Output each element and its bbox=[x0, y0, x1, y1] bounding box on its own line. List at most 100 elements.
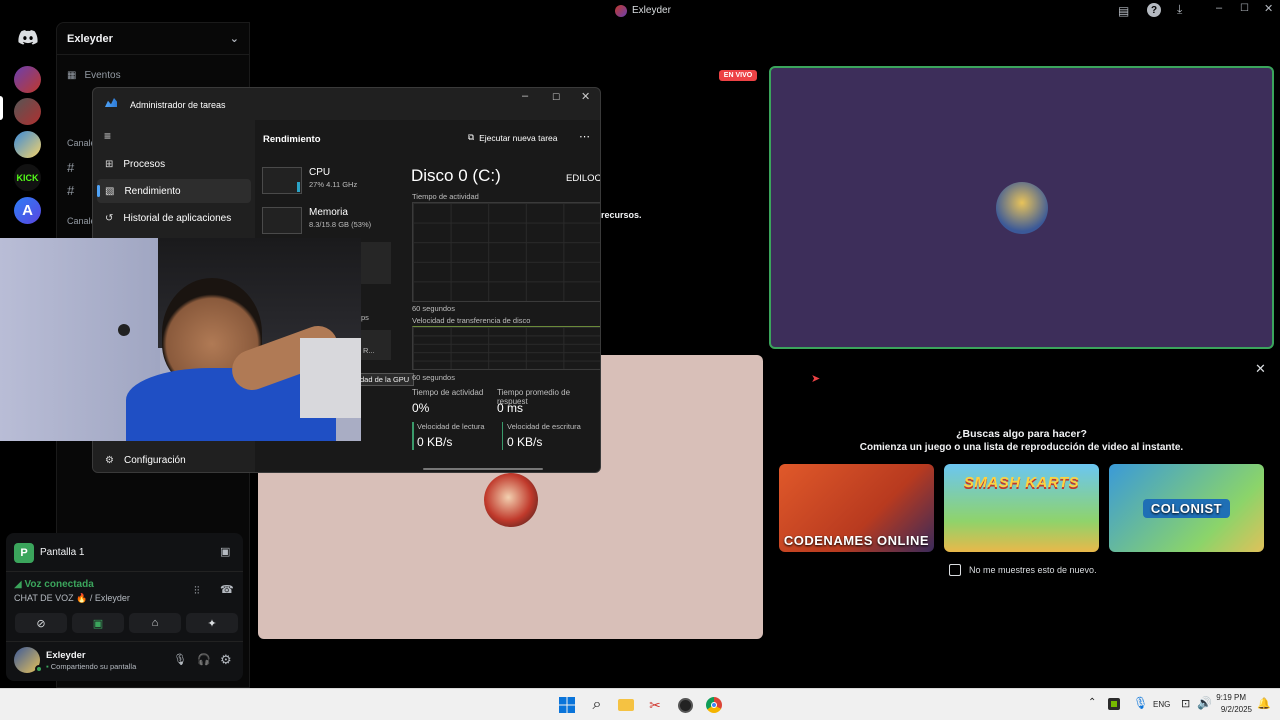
run-task-label: Ejecutar nueva tarea bbox=[479, 132, 558, 143]
run-new-task-button[interactable]: ⧉ Ejecutar nueva tarea bbox=[468, 132, 558, 143]
nav-performance[interactable]: ▧ Rendimiento bbox=[97, 179, 251, 203]
server-icon-3[interactable] bbox=[14, 131, 41, 158]
chevron-up-icon[interactable]: ⌃ bbox=[1088, 697, 1096, 708]
disk-list-item[interactable] bbox=[361, 242, 391, 284]
clock-date[interactable]: 9/2/2025 bbox=[1214, 705, 1252, 714]
nav-settings[interactable]: ⚙ Configuración bbox=[97, 448, 251, 472]
memory-detail: 8.3/15.8 GB (53%) bbox=[309, 220, 372, 229]
more-options-icon[interactable]: ⋯ bbox=[579, 130, 590, 143]
performance-icon: ▧ bbox=[105, 185, 115, 197]
minimize-icon[interactable]: – bbox=[1216, 2, 1222, 14]
snipping-tool-icon[interactable]: ✂ bbox=[645, 695, 665, 715]
game-title: SMASH KARTS bbox=[963, 474, 1080, 491]
popout-icon[interactable]: ▣ bbox=[220, 545, 230, 558]
webcam-object bbox=[118, 324, 130, 336]
notification-bell-icon[interactable]: 🔔 bbox=[1257, 697, 1271, 710]
game-title: COLONIST bbox=[1142, 498, 1231, 518]
memory-thumbnail[interactable] bbox=[262, 207, 302, 234]
channel-hash-1[interactable]: # bbox=[67, 160, 74, 175]
signal-icon: ◢ bbox=[14, 579, 22, 590]
voice-status-label: Voz conectada bbox=[24, 579, 94, 590]
activity-graph-label: Tiempo de actividad bbox=[412, 192, 479, 201]
microphone-tray-icon[interactable]: 🎙 bbox=[1133, 696, 1148, 710]
read-speed-label: Velocidad de lectura bbox=[417, 422, 485, 431]
partial-text: recursos. bbox=[601, 210, 642, 220]
server-name: Exleyder bbox=[67, 32, 113, 45]
server-icon-1[interactable] bbox=[14, 66, 41, 93]
server-header[interactable]: Exleyder ⌄ bbox=[57, 23, 249, 55]
username: Exleyder bbox=[46, 650, 86, 661]
camera-off-icon: ⊘ bbox=[36, 617, 46, 630]
task-manager-title: Administrador de tareas bbox=[130, 100, 226, 110]
tm-maximize-icon[interactable]: ☐ bbox=[552, 92, 560, 103]
activity-button[interactable]: ⌂ bbox=[129, 613, 181, 633]
memory-name[interactable]: Memoria bbox=[309, 207, 348, 218]
camera-button[interactable]: ⊘ bbox=[15, 613, 67, 633]
nav-app-history[interactable]: ↺ Historial de aplicaciones bbox=[97, 206, 251, 230]
voice-status[interactable]: ◢ Voz conectada bbox=[14, 579, 94, 590]
events-link[interactable]: ▦ Eventos bbox=[67, 70, 121, 81]
dont-show-label: No me muestres esto de nuevo. bbox=[969, 565, 1097, 575]
clock-time[interactable]: 9:19 PM bbox=[1214, 693, 1246, 702]
scrollbar[interactable] bbox=[423, 468, 543, 470]
game-card-codenames[interactable]: CODENAMES ONLINE bbox=[779, 464, 934, 552]
download-icon[interactable]: ⤓ bbox=[1177, 2, 1182, 17]
write-indicator bbox=[502, 422, 503, 450]
nav-label: Configuración bbox=[123, 454, 186, 466]
nvidia-tray-icon[interactable] bbox=[1108, 698, 1120, 710]
cpu-usage-bar bbox=[297, 182, 300, 192]
help-icon[interactable]: ? bbox=[1147, 3, 1161, 17]
maximize-icon[interactable]: ☐ bbox=[1240, 3, 1249, 14]
disk-title: Disco 0 (C:) bbox=[411, 166, 501, 185]
close-icon[interactable]: ✕ bbox=[1264, 2, 1273, 15]
stream-avatar: P bbox=[14, 543, 34, 563]
game-card-colonist[interactable]: COLONIST bbox=[1109, 464, 1264, 552]
file-explorer-icon[interactable] bbox=[616, 695, 636, 715]
settings-gear-icon: ⚙ bbox=[105, 454, 114, 466]
graph-seconds-1: 60 segundos bbox=[412, 304, 455, 313]
section-title: Rendimiento bbox=[263, 134, 321, 145]
search-icon[interactable]: ⌕ bbox=[587, 695, 607, 715]
server-icon-2[interactable] bbox=[14, 98, 41, 125]
channel-hash-2[interactable]: # bbox=[67, 183, 74, 198]
microphone-icon[interactable]: 🎙 bbox=[173, 653, 187, 666]
dont-show-checkbox[interactable] bbox=[949, 564, 961, 576]
nav-processes[interactable]: ⊞ Procesos bbox=[97, 152, 251, 176]
tm-close-icon[interactable]: ✕ bbox=[581, 90, 590, 103]
tm-minimize-icon[interactable]: – bbox=[522, 90, 528, 102]
close-activity-icon[interactable]: ✕ bbox=[1255, 361, 1266, 377]
windows-start-icon[interactable] bbox=[557, 695, 577, 715]
headphones-icon[interactable]: 🎧 bbox=[197, 653, 211, 666]
chrome-icon[interactable] bbox=[704, 695, 724, 715]
disk-model: EDILOC bbox=[566, 173, 601, 184]
gpu-list-item[interactable]: R... bbox=[361, 330, 391, 360]
disconnect-icon[interactable]: ☎ bbox=[220, 583, 234, 596]
activity-graph bbox=[412, 202, 600, 302]
game-title: CODENAMES ONLINE bbox=[783, 533, 930, 548]
kick-server-icon[interactable]: KICK bbox=[14, 164, 41, 191]
soundboard-button[interactable]: ✦ bbox=[186, 613, 238, 633]
game-card-smash-karts[interactable]: SMASH KARTS bbox=[944, 464, 1099, 552]
volume-icon[interactable]: 🔊 bbox=[1197, 696, 1212, 710]
server-icon-a[interactable]: A bbox=[14, 197, 41, 224]
events-label: Eventos bbox=[84, 70, 121, 81]
share-screen-button[interactable]: ▣ bbox=[72, 613, 124, 633]
activity-title: ¿Buscas algo para hacer? bbox=[956, 428, 1087, 440]
settings-gear-icon[interactable]: ⚙ bbox=[220, 652, 232, 668]
cpu-thumbnail[interactable] bbox=[262, 167, 302, 194]
obs-icon[interactable] bbox=[675, 695, 695, 715]
screen-share-icon: ▣ bbox=[92, 617, 104, 630]
noise-icon[interactable]: ⫶⫶ bbox=[194, 585, 200, 598]
hamburger-menu-icon[interactable]: ≡ bbox=[104, 129, 111, 143]
soundboard-icon: ✦ bbox=[207, 617, 217, 630]
participant-tile-speaking[interactable] bbox=[769, 66, 1274, 349]
gpu-tooltip: dad de la GPU bbox=[355, 373, 415, 386]
inbox-icon[interactable]: ▤ bbox=[1118, 4, 1129, 18]
online-status-dot bbox=[35, 665, 43, 673]
network-icon[interactable]: ⊡ bbox=[1181, 697, 1190, 710]
cpu-name[interactable]: CPU bbox=[309, 167, 330, 178]
voice-channel[interactable]: CHAT DE VOZ 🔥 / Exleyder bbox=[14, 593, 130, 604]
cpu-detail: 27% 4.11 GHz bbox=[309, 180, 358, 189]
discord-home-icon[interactable] bbox=[14, 24, 41, 51]
language-indicator[interactable]: ENG bbox=[1153, 700, 1170, 709]
